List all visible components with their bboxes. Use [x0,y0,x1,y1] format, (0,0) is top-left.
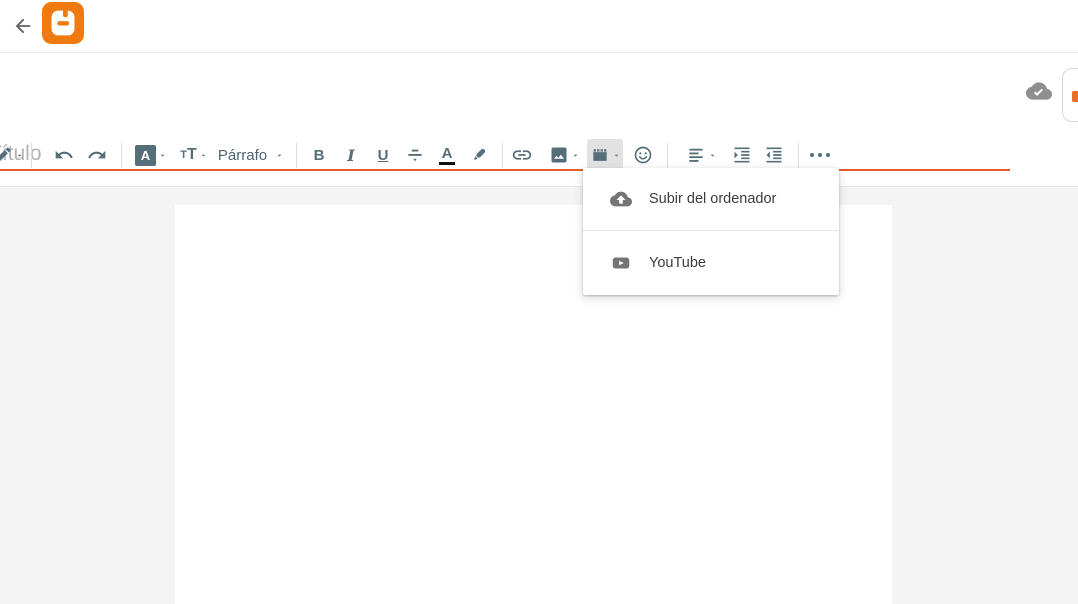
upload-cloud-icon [610,188,632,210]
more-options-icon [810,153,830,157]
menu-item-label: YouTube [649,255,706,271]
insert-emoji-button[interactable] [629,139,657,171]
insert-video-button[interactable] [587,139,623,171]
undo-button[interactable] [50,139,78,171]
undo-icon [54,145,74,165]
font-size-icon-small: T [180,149,187,161]
menu-item-upload-from-computer[interactable]: Subir del ordenador [583,168,839,230]
toolbar-divider [121,143,122,168]
back-button[interactable] [8,11,38,41]
underline-icon: U [378,147,389,164]
paragraph-style-button[interactable]: Párrafo [217,139,285,171]
indent-increase-button[interactable] [728,139,756,171]
preview-button-icon [1072,91,1078,102]
italic-icon: I [347,146,354,165]
toolbar-divider [296,143,297,168]
emoji-icon [633,145,653,165]
video-insert-menu: Subir del ordenador YouTube [583,168,839,295]
blogger-logo[interactable] [42,2,84,44]
youtube-icon [610,252,632,274]
toolbar-divider [502,143,503,168]
title-row: Título [0,54,1078,118]
strikethrough-icon [405,145,425,165]
chevron-down-icon [199,151,208,160]
preview-button-partial[interactable] [1062,68,1078,122]
font-size-icon-large: T [187,146,197,164]
bold-button[interactable]: B [305,139,333,171]
align-left-icon [686,145,706,165]
video-icon [590,145,610,165]
italic-button[interactable]: I [337,139,365,171]
underline-button[interactable]: U [369,139,397,171]
font-family-icon: A [135,145,156,166]
chevron-down-icon [612,151,621,160]
chevron-down-icon [275,151,284,160]
more-options-button[interactable] [806,139,834,171]
text-color-icon: A [439,146,455,165]
font-size-button[interactable]: TT [178,139,210,171]
toolbar-divider [31,143,32,168]
highlighter-icon [469,145,489,165]
redo-button[interactable] [83,139,111,171]
menu-item-youtube[interactable]: YouTube [583,231,839,295]
indent-decrease-icon [764,145,784,165]
chevron-down-icon [15,151,24,160]
arrow-back-icon [12,15,34,37]
compose-mode-button[interactable] [0,139,26,171]
top-header [0,0,1078,53]
strikethrough-button[interactable] [401,139,429,171]
indent-increase-icon [732,145,752,165]
insert-image-button[interactable] [546,139,582,171]
text-color-button[interactable]: A [433,139,461,171]
link-icon [511,144,533,166]
font-family-button[interactable]: A [134,139,168,171]
toolbar-divider [667,143,668,168]
highlight-color-button[interactable] [465,139,493,171]
redo-icon [87,145,107,165]
cloud-done-icon [1026,78,1052,104]
bold-icon: B [314,147,325,164]
chevron-down-icon [708,151,717,160]
insert-link-button[interactable] [508,139,536,171]
chevron-down-icon [158,151,167,160]
alignment-button[interactable] [683,139,719,171]
image-icon [549,145,569,165]
indent-decrease-button[interactable] [760,139,788,171]
blogger-editor: Título A TT Párrafo [0,0,1078,604]
menu-item-label: Subir del ordenador [649,191,776,207]
paragraph-style-label: Párrafo [218,147,267,164]
formatting-toolbar: A TT Párrafo B I U A [0,139,1078,171]
chevron-down-icon [571,151,580,160]
toolbar-divider [798,143,799,168]
pencil-icon [0,145,13,165]
